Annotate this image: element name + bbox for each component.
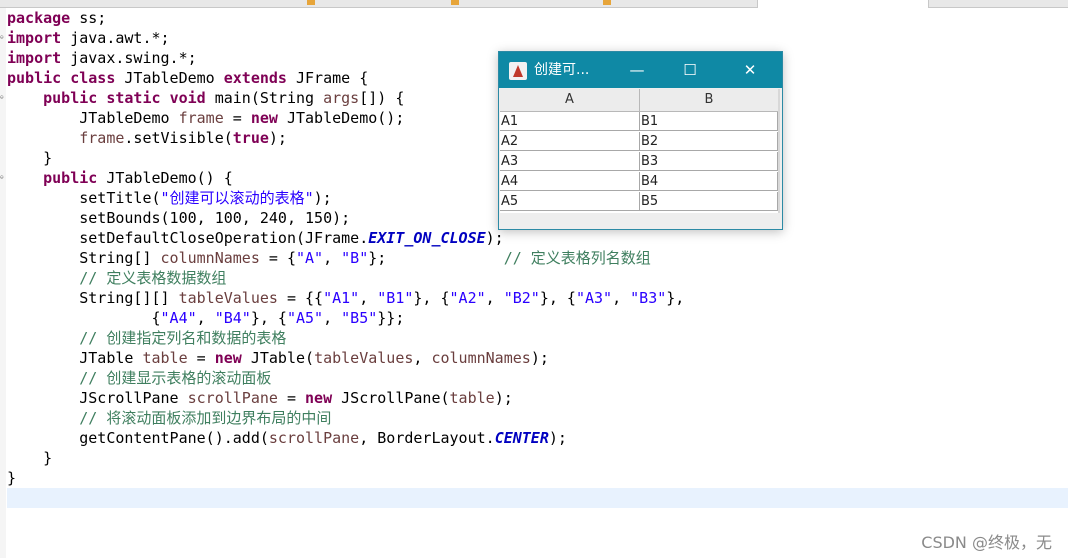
window-titlebar[interactable]: 创建可... — ☐ ✕ bbox=[499, 52, 782, 88]
code-line[interactable]: import java.awt.*; bbox=[7, 28, 170, 48]
code-line[interactable]: {"A4", "B4"}, {"A5", "B5"}}; bbox=[7, 308, 404, 328]
table-cell[interactable]: B2 bbox=[640, 132, 778, 151]
table-cell[interactable]: A4 bbox=[500, 172, 640, 191]
code-line[interactable]: JScrollPane scrollPane = new JScrollPane… bbox=[7, 388, 513, 408]
scrollpane-edge[interactable] bbox=[778, 89, 780, 213]
code-line[interactable]: setDefaultCloseOperation(JFrame.EXIT_ON_… bbox=[7, 228, 503, 248]
code-line[interactable]: // 创建指定列名和数据的表格 bbox=[7, 328, 286, 348]
table-cell[interactable]: A5 bbox=[500, 192, 640, 211]
code-line[interactable]: String[] columnNames = {"A", "B"}; // 定义… bbox=[7, 248, 651, 268]
jtable-demo-window[interactable]: 创建可... — ☐ ✕ A B A1 B1 A2 B2 A3 B3 A4 B4… bbox=[498, 51, 783, 230]
table-cell[interactable]: B5 bbox=[640, 192, 778, 211]
active-editor-tab[interactable] bbox=[757, 0, 929, 8]
window-title: 创建可... bbox=[534, 62, 590, 78]
current-line-highlight bbox=[7, 488, 1068, 508]
java-app-icon bbox=[509, 62, 527, 80]
fold-collapse-icon[interactable]: ⊖ bbox=[0, 35, 6, 41]
fold-collapse-icon[interactable]: ⊖ bbox=[0, 95, 6, 101]
file-tab-icon[interactable] bbox=[603, 0, 611, 5]
close-button[interactable]: ✕ bbox=[727, 52, 773, 88]
table-cell[interactable]: A3 bbox=[500, 152, 640, 171]
code-line[interactable]: // 定义表格数据数组 bbox=[7, 268, 226, 288]
code-line[interactable]: } bbox=[7, 148, 52, 168]
table[interactable]: A B A1 B1 A2 B2 A3 B3 A4 B4 A5 B5 bbox=[500, 89, 780, 213]
table-cell[interactable]: B3 bbox=[640, 152, 778, 171]
code-line[interactable]: public JTableDemo() { bbox=[7, 168, 233, 188]
code-line[interactable]: public class JTableDemo extends JFrame { bbox=[7, 68, 368, 88]
code-line[interactable]: public static void main(String args[]) { bbox=[7, 88, 404, 108]
code-line[interactable]: } bbox=[7, 468, 16, 488]
code-line[interactable]: } bbox=[7, 448, 52, 468]
fold-collapse-icon[interactable]: ⊖ bbox=[0, 175, 6, 181]
code-line[interactable]: frame.setVisible(true); bbox=[7, 128, 287, 148]
code-line[interactable]: setBounds(100, 100, 240, 150); bbox=[7, 208, 350, 228]
code-line[interactable]: getContentPane().add(scrollPane, BorderL… bbox=[7, 428, 567, 448]
code-line[interactable]: // 将滚动面板添加到边界布局的中间 bbox=[7, 408, 331, 428]
table-cell[interactable]: B4 bbox=[640, 172, 778, 191]
code-line[interactable]: // 创建显示表格的滚动面板 bbox=[7, 368, 271, 388]
editor-gutter bbox=[0, 8, 6, 558]
file-tab-icon[interactable] bbox=[451, 0, 459, 5]
table-cell[interactable]: A1 bbox=[500, 112, 640, 131]
table-cell[interactable]: B1 bbox=[640, 112, 778, 131]
code-line[interactable]: package ss; bbox=[7, 8, 106, 28]
code-line[interactable]: import javax.swing.*; bbox=[7, 48, 197, 68]
file-tab-icon[interactable] bbox=[307, 0, 315, 5]
code-line[interactable]: String[][] tableValues = {{"A1", "B1"}, … bbox=[7, 288, 684, 308]
code-line[interactable]: setTitle("创建可以滚动的表格"); bbox=[7, 188, 331, 208]
code-line[interactable]: JTable table = new JTable(tableValues, c… bbox=[7, 348, 549, 368]
editor-tab-strip bbox=[0, 0, 1068, 8]
table-cell[interactable]: A2 bbox=[500, 132, 640, 151]
code-line[interactable]: JTableDemo frame = new JTableDemo(); bbox=[7, 108, 404, 128]
csdn-watermark: CSDN @终极，无 bbox=[921, 533, 1052, 552]
column-header-b[interactable]: B bbox=[640, 89, 779, 112]
column-header-a[interactable]: A bbox=[500, 89, 640, 112]
minimize-button[interactable]: — bbox=[614, 52, 660, 88]
maximize-button[interactable]: ☐ bbox=[667, 52, 713, 88]
